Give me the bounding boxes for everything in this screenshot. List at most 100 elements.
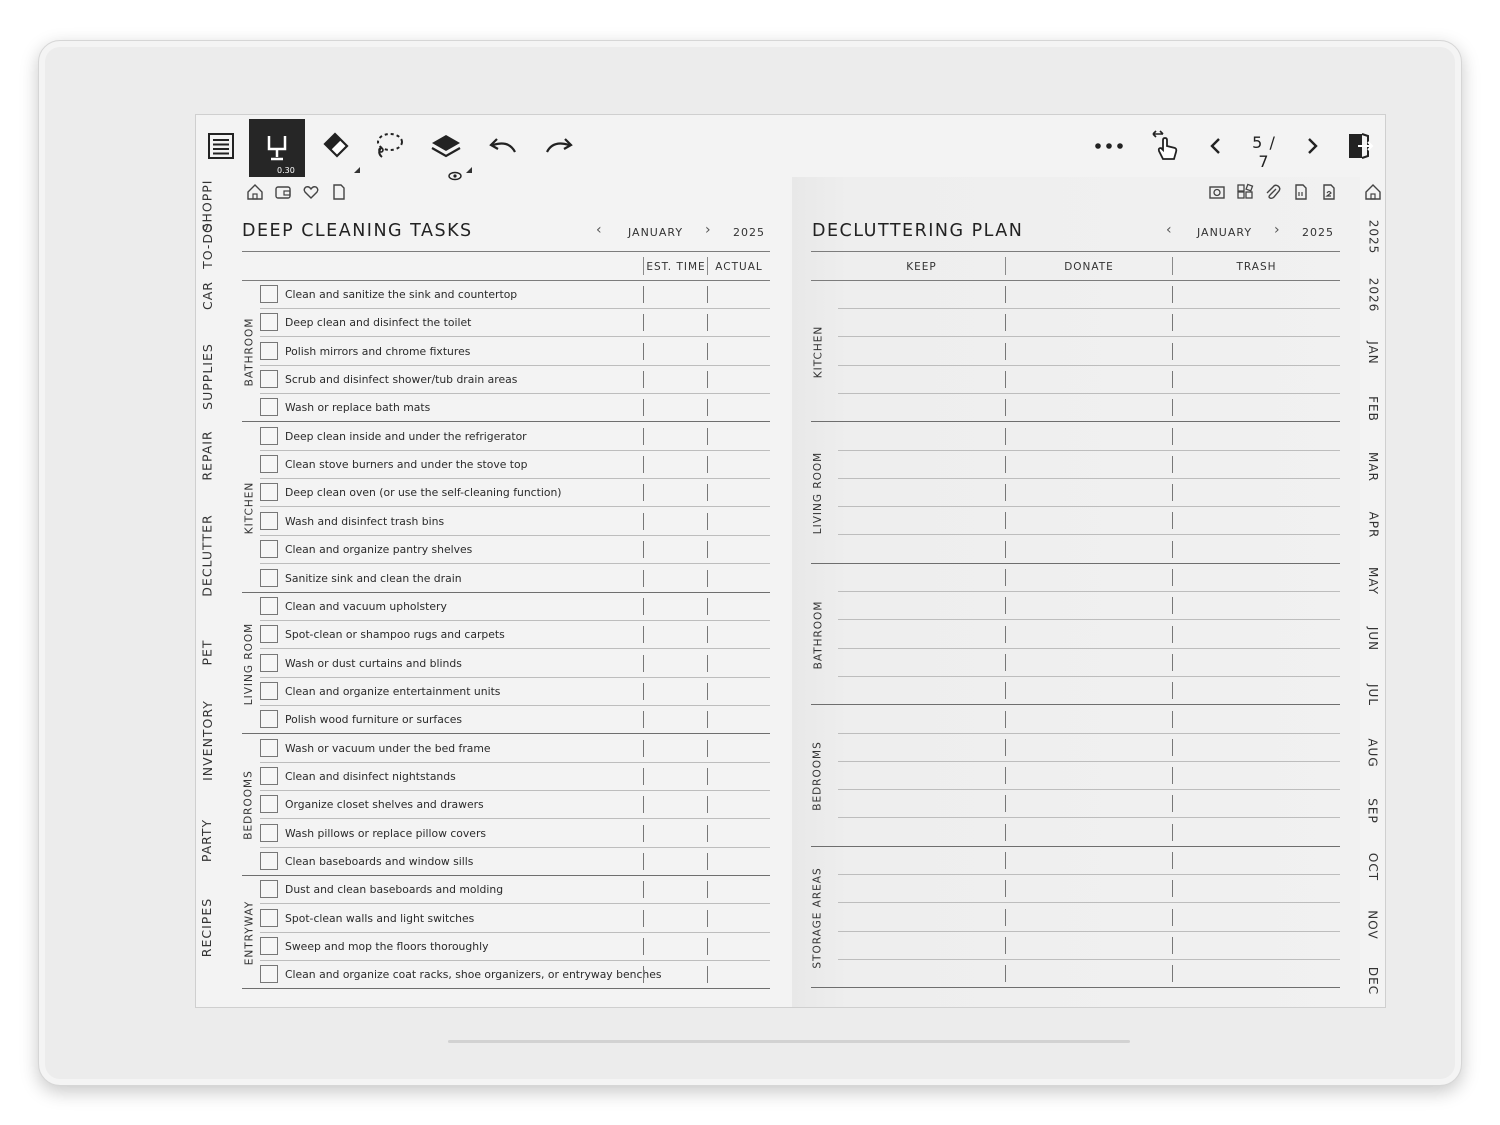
eye-icon[interactable] <box>448 166 462 181</box>
left-tab-8[interactable]: PARTY <box>196 815 218 865</box>
est-time-cell[interactable] <box>643 484 644 502</box>
declutter-row[interactable] <box>838 762 1340 791</box>
actual-cell[interactable] <box>707 654 708 672</box>
right-tab-13[interactable]: DEC <box>1362 961 1384 1001</box>
right-tab-1[interactable]: 2026 <box>1362 275 1384 315</box>
declutter-row[interactable] <box>811 819 1340 847</box>
est-time-cell[interactable] <box>643 456 644 474</box>
actual-cell[interactable] <box>707 512 708 530</box>
actual-cell[interactable] <box>707 484 708 502</box>
actual-cell[interactable] <box>707 314 708 332</box>
actual-cell[interactable] <box>707 739 708 757</box>
declutter-row[interactable] <box>838 649 1340 677</box>
right-tab-0[interactable]: 2025 <box>1362 217 1384 257</box>
declutter-row[interactable] <box>838 366 1340 394</box>
task-checkbox[interactable] <box>260 568 278 587</box>
declutter-prev-month-chevron-icon[interactable]: ‹ <box>1166 222 1172 238</box>
declutter-row[interactable] <box>838 904 1340 932</box>
task-checkbox[interactable] <box>260 341 278 360</box>
actual-cell[interactable] <box>707 286 708 303</box>
toc-list-icon[interactable] <box>198 123 244 169</box>
paperclip-icon[interactable] <box>1264 183 1282 201</box>
left-tab-2[interactable]: CAR <box>196 275 218 315</box>
declutter-row[interactable] <box>811 677 1340 706</box>
more-options-button[interactable] <box>1086 123 1132 169</box>
next-month-chevron-icon[interactable]: › <box>705 222 711 238</box>
task-checkbox[interactable] <box>260 370 278 389</box>
layers-options-icon[interactable] <box>466 167 472 173</box>
task-checkbox[interactable] <box>260 681 278 700</box>
prev-page-button[interactable] <box>1192 123 1238 169</box>
est-time-cell[interactable] <box>643 711 644 729</box>
right-tab-5[interactable]: APR <box>1362 505 1384 545</box>
est-time-cell[interactable] <box>643 314 644 332</box>
declutter-row[interactable] <box>838 790 1340 819</box>
camera-icon[interactable] <box>1208 183 1226 201</box>
task-checkbox[interactable] <box>260 596 278 615</box>
est-time-cell[interactable] <box>643 739 644 757</box>
est-time-cell[interactable] <box>643 626 644 644</box>
est-time-cell[interactable] <box>643 342 644 360</box>
exit-button[interactable] <box>1337 123 1383 169</box>
est-time-cell[interactable] <box>643 824 644 842</box>
task-checkbox[interactable] <box>260 625 278 644</box>
actual-cell[interactable] <box>707 909 708 927</box>
document-icon[interactable] <box>330 183 348 201</box>
declutter-row[interactable] <box>838 564 1340 592</box>
layers-button[interactable] <box>423 123 469 169</box>
right-tab-11[interactable]: OCT <box>1362 847 1384 887</box>
left-tab-7[interactable]: INVENTORY <box>196 697 218 783</box>
right-tab-2[interactable]: JAN <box>1362 333 1384 373</box>
est-time-cell[interactable] <box>643 427 644 445</box>
eraser-options-icon[interactable] <box>354 167 360 173</box>
est-time-cell[interactable] <box>643 569 644 587</box>
actual-cell[interactable] <box>707 342 708 360</box>
est-time-cell[interactable] <box>643 853 644 870</box>
undo-button[interactable] <box>480 123 526 169</box>
task-checkbox[interactable] <box>260 483 278 502</box>
est-time-cell[interactable] <box>643 881 644 899</box>
declutter-row[interactable] <box>811 536 1340 564</box>
declutter-row[interactable] <box>838 621 1340 649</box>
wallet-icon[interactable] <box>274 183 292 201</box>
task-checkbox[interactable] <box>260 965 278 984</box>
task-checkbox[interactable] <box>260 653 278 672</box>
actual-cell[interactable] <box>707 456 708 474</box>
heart-icon[interactable] <box>302 183 320 201</box>
home-right-icon[interactable] <box>1364 183 1382 201</box>
right-tab-10[interactable]: SEP <box>1362 791 1384 831</box>
est-time-cell[interactable] <box>643 399 644 417</box>
left-tab-6[interactable]: PET <box>196 637 218 667</box>
right-tab-6[interactable]: MAY <box>1362 561 1384 601</box>
est-time-cell[interactable] <box>643 512 644 530</box>
left-tab-4[interactable]: REPAIR <box>196 427 218 483</box>
actual-cell[interactable] <box>707 597 708 615</box>
right-tab-9[interactable]: AUG <box>1362 733 1384 773</box>
actual-cell[interactable] <box>707 796 708 814</box>
declutter-row[interactable] <box>838 507 1340 536</box>
est-time-cell[interactable] <box>643 938 644 956</box>
est-time-cell[interactable] <box>643 541 644 559</box>
actual-cell[interactable] <box>707 966 708 984</box>
task-checkbox[interactable] <box>260 738 278 757</box>
est-time-cell[interactable] <box>643 909 644 927</box>
left-tab-1[interactable]: SHOPPI <box>196 175 218 235</box>
declutter-row[interactable] <box>838 706 1340 734</box>
right-tab-4[interactable]: MAR <box>1362 447 1384 487</box>
declutter-row[interactable] <box>811 394 1340 423</box>
home-icon[interactable] <box>246 183 264 201</box>
est-time-cell[interactable] <box>643 682 644 700</box>
task-checkbox[interactable] <box>260 540 278 559</box>
task-checkbox[interactable] <box>260 285 278 303</box>
touch-gesture-button[interactable] <box>1143 123 1189 169</box>
declutter-row[interactable] <box>838 451 1340 479</box>
redo-button[interactable] <box>536 123 582 169</box>
declutter-row[interactable] <box>838 309 1340 338</box>
est-time-cell[interactable] <box>643 767 644 785</box>
actual-cell[interactable] <box>707 824 708 842</box>
actual-cell[interactable] <box>707 853 708 870</box>
est-time-cell[interactable] <box>643 286 644 303</box>
task-checkbox[interactable] <box>260 795 278 814</box>
actual-cell[interactable] <box>707 682 708 700</box>
right-tab-7[interactable]: JUN <box>1362 619 1384 659</box>
